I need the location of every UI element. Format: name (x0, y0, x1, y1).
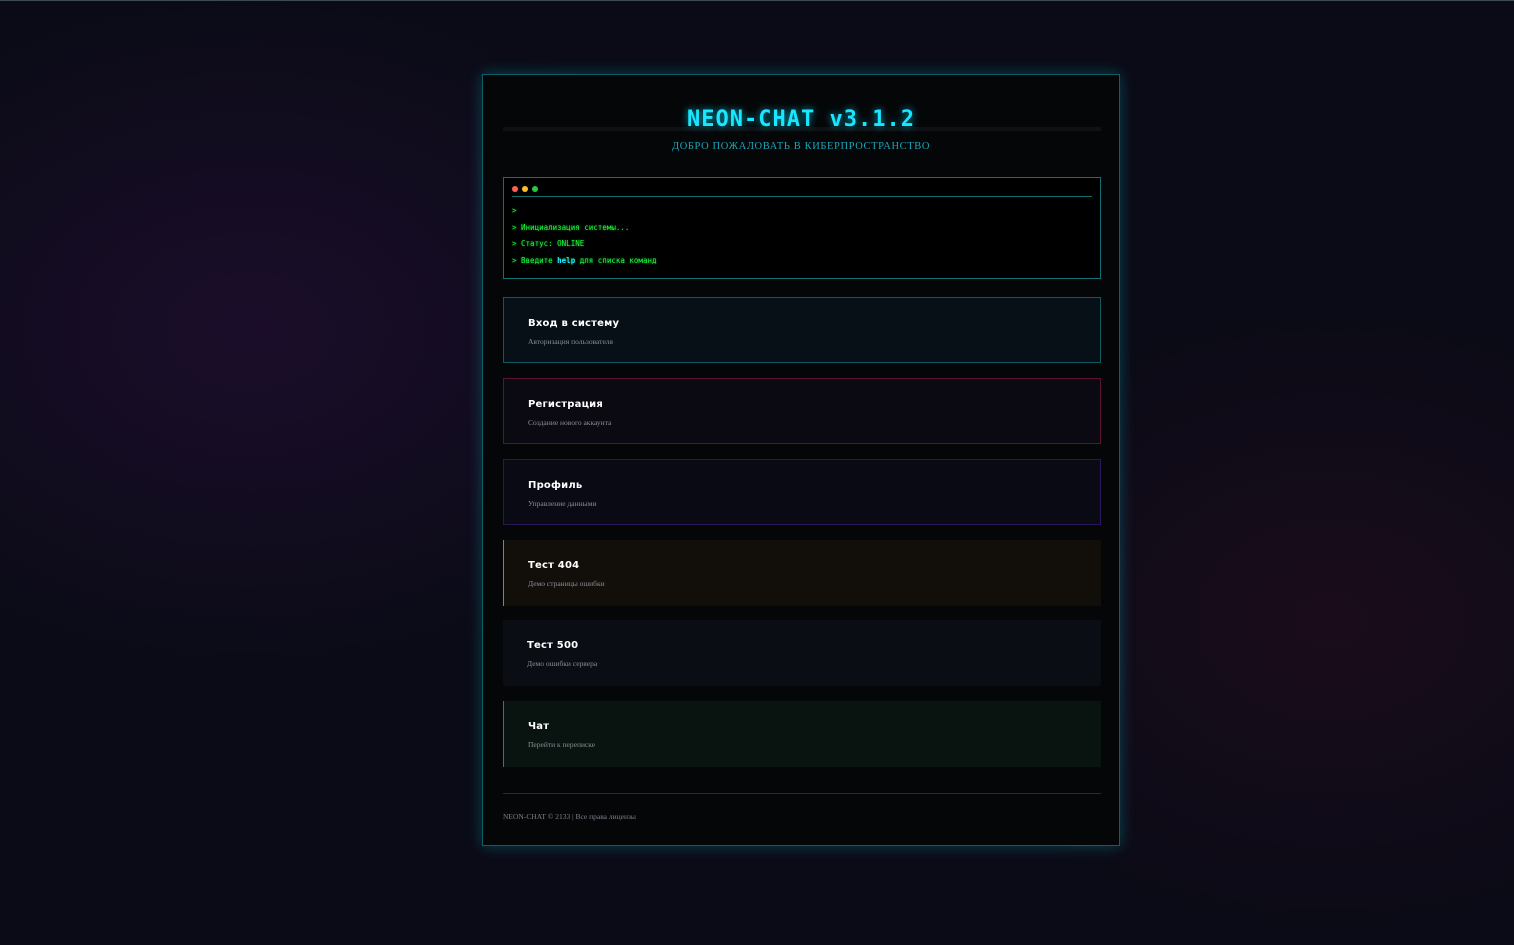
menu-card-description: Управление данными (528, 499, 597, 508)
terminal-help-keyword: help (557, 256, 576, 265)
menu-card-description: Авторизация пользователя (528, 337, 613, 346)
menu-card-title: Вход в систему (528, 318, 620, 329)
menu-card-title: Тест 500 (527, 640, 579, 651)
menu-card-title: Регистрация (528, 399, 604, 410)
terminal-divider (512, 196, 1092, 197)
menu-card-login[interactable]: Вход в систему Авторизация пользователя (503, 297, 1101, 363)
menu-card-title: Тест 404 (528, 560, 580, 571)
terminal-help-suffix: для списка команд (575, 256, 657, 265)
main-panel: NEON-CHAT v3.1.2 ДОБРО ПОЖАЛОВАТЬ В КИБЕ… (482, 74, 1120, 846)
menu-card-title: Профиль (528, 480, 583, 491)
dot-red-icon (512, 186, 518, 192)
menu-card-test-404[interactable]: Тест 404 Демо страницы ошибки (503, 540, 1101, 606)
title-divider (503, 127, 1101, 131)
top-border-line (0, 0, 1514, 1)
dot-green-icon (532, 186, 538, 192)
menu-card-test-500[interactable]: Тест 500 Демо ошибки сервера (503, 620, 1101, 686)
app-subtitle: ДОБРО ПОЖАЛОВАТЬ В КИБЕРПРОСТРАНСТВО (671, 141, 931, 152)
footer-copyright: NEON-CHAT © 2133 | Все права лицензы (503, 812, 636, 821)
menu-card-description: Перейти к переписке (528, 740, 596, 749)
terminal-prompt[interactable]: > (512, 206, 517, 215)
menu-card-description: Демо страницы ошибки (528, 579, 605, 588)
terminal-help-prefix: > Введите (512, 256, 558, 265)
menu-card-title: Чат (528, 721, 550, 732)
menu-card-register[interactable]: Регистрация Создание нового аккаунта (503, 378, 1101, 444)
footer-divider (503, 793, 1101, 794)
menu-card-description: Демо ошибки сервера (527, 659, 598, 668)
menu-card-chat[interactable]: Чат Перейти к переписке (503, 701, 1101, 767)
terminal-line-status: > Статус: ONLINE (512, 239, 585, 248)
dot-yellow-icon (522, 186, 528, 192)
terminal-line-init: > Инициализация системы... (512, 223, 630, 232)
menu-card-profile[interactable]: Профиль Управление данными (503, 459, 1101, 525)
terminal-window[interactable]: > > Инициализация системы... > Статус: O… (503, 177, 1101, 279)
terminal-line-help: > Введите help для списка команд (512, 256, 657, 265)
terminal-window-controls (512, 186, 542, 192)
menu-card-description: Создание нового аккаунта (528, 418, 612, 427)
